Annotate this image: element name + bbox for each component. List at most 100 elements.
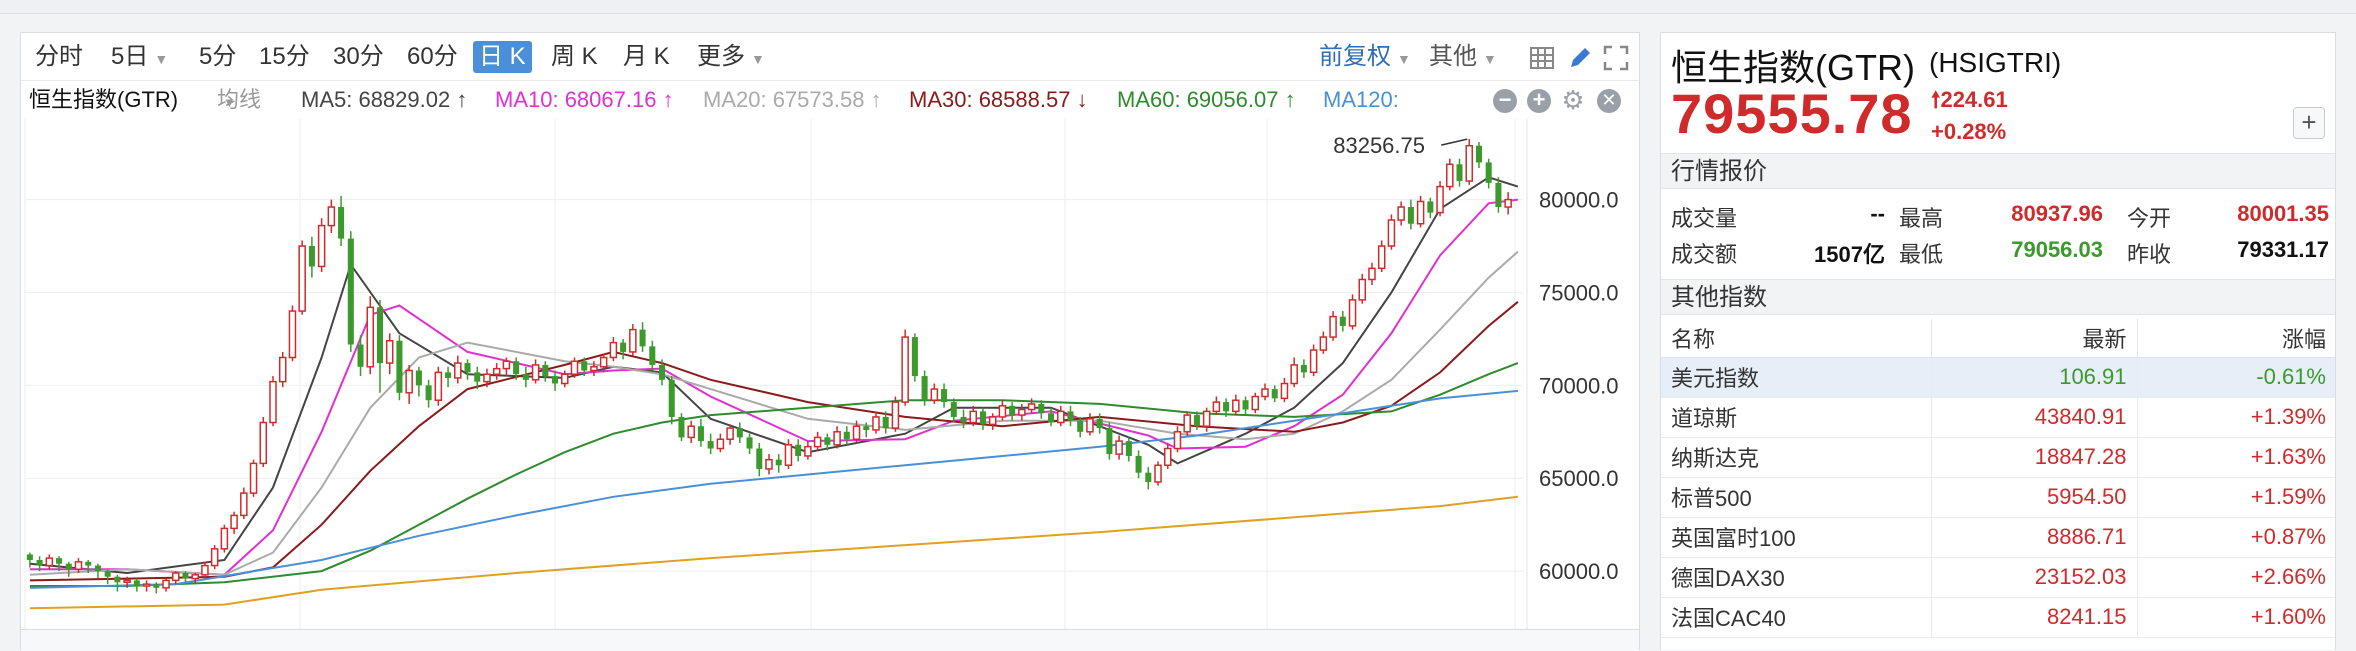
candle-body-down bbox=[1427, 201, 1434, 213]
table-row[interactable]: 标普500 5954.50 +1.59% bbox=[1661, 477, 2335, 518]
chevron-down-icon: ▼ bbox=[1397, 51, 1411, 67]
period-toolbar: 分时 5日 ▼ 5分 15分 30分 60分 日 K 周 K 月 K 更多 ▼ 前复… bbox=[21, 33, 1639, 81]
candle-body-down bbox=[347, 238, 354, 345]
table-row[interactable]: 德国DAX30 23152.03 +2.66% bbox=[1661, 557, 2335, 598]
table-header-row: 名称 最新 涨幅 bbox=[1661, 319, 2335, 358]
open-value: 80001.35 bbox=[2237, 201, 2329, 226]
candle-body-up bbox=[171, 572, 180, 582]
candle-body-down bbox=[1271, 389, 1278, 399]
candle-body-up bbox=[492, 367, 501, 375]
candle-body-down bbox=[1456, 164, 1463, 182]
more-dropdown[interactable]: 更多 ▼ bbox=[691, 41, 771, 73]
y-tick-label: 60000.0 bbox=[1539, 559, 1619, 584]
candle-body-up bbox=[1173, 431, 1182, 450]
candle-body-down bbox=[620, 342, 627, 352]
index-change-cell: +2.66% bbox=[2137, 557, 2335, 598]
candle-body-down bbox=[26, 554, 33, 560]
period-tab-monthly[interactable]: 月 K bbox=[617, 41, 676, 73]
candle-body-down bbox=[707, 441, 714, 449]
grid-icon[interactable] bbox=[1529, 45, 1555, 71]
index-change-cell: +1.63% bbox=[2137, 437, 2335, 478]
zoom-in-icon[interactable]: + bbox=[1527, 89, 1551, 113]
ma-mode-dropdown[interactable]: 均线 ▼ bbox=[217, 81, 261, 122]
pen-icon[interactable] bbox=[1567, 45, 1593, 71]
candle-body-up bbox=[1290, 364, 1298, 385]
candle-body-up bbox=[1446, 163, 1454, 188]
candle-body-down bbox=[114, 576, 121, 583]
low-label: 最低 bbox=[1899, 242, 1944, 267]
candle-body-up bbox=[784, 444, 793, 466]
candle-body-down bbox=[153, 584, 160, 588]
candle-body-up bbox=[560, 373, 569, 385]
quote-code: (HSIGTRI) bbox=[1929, 47, 2062, 78]
table-row[interactable]: 美元指数 106.91 -0.61% bbox=[1661, 357, 2335, 398]
period-tab-5min[interactable]: 5分 bbox=[193, 41, 242, 73]
candle-body-down bbox=[736, 428, 743, 438]
period-tab-60min[interactable]: 60分 bbox=[401, 41, 464, 73]
candle-body-down bbox=[376, 307, 383, 364]
candle-body-up bbox=[249, 462, 258, 494]
ma-legend-bar: 恒生指数(GTR) 均线 ▼ MA5: 68829.02 ↑ MA10: 6806… bbox=[21, 81, 1639, 119]
period-tab-5day-label: 5日 bbox=[111, 43, 149, 70]
table-row[interactable]: 纳斯达克 18847.28 +1.63% bbox=[1661, 437, 2335, 478]
candle-body-down bbox=[94, 565, 101, 572]
period-tab-15min[interactable]: 15分 bbox=[253, 41, 316, 73]
candle-body-up bbox=[434, 371, 443, 401]
candle-body-down bbox=[1106, 428, 1113, 455]
zoom-out-icon[interactable]: − bbox=[1493, 89, 1517, 113]
quote-change: 🠕224.61 bbox=[1931, 83, 2008, 121]
kline-chart[interactable]: 80000.0 75000.0 70000.0 65000.0 60000.0 83256… bbox=[21, 119, 1639, 629]
adjust-dropdown[interactable]: 前复权 ▼ bbox=[1319, 41, 1411, 73]
add-watchlist-button[interactable]: + bbox=[2293, 107, 2325, 139]
candle-body-up bbox=[687, 425, 695, 439]
period-tab-daily[interactable]: 日 K bbox=[473, 41, 532, 73]
col-header-name[interactable]: 名称 bbox=[1661, 319, 1932, 358]
candle-body-down bbox=[746, 437, 753, 449]
period-tab-30min[interactable]: 30分 bbox=[327, 41, 390, 73]
candle-body-up bbox=[220, 527, 229, 550]
candle-body-up bbox=[852, 425, 861, 440]
high-label: 最高 bbox=[1899, 206, 1944, 231]
candle-body-up bbox=[988, 416, 997, 426]
col-header-change[interactable]: 涨幅 bbox=[2137, 319, 2335, 358]
candle-body-down bbox=[824, 437, 831, 445]
period-tab-intraday[interactable]: 分时 bbox=[29, 41, 89, 73]
candle-body-up bbox=[901, 336, 909, 403]
candle-body-up bbox=[1436, 185, 1444, 214]
candle-body-down bbox=[678, 416, 685, 438]
quote-percent: +0.28% bbox=[1931, 119, 2007, 144]
table-row[interactable]: 道琼斯 43840.91 +1.39% bbox=[1661, 397, 2335, 438]
adjust-label: 前复权 bbox=[1319, 43, 1391, 70]
amount-label: 成交额 bbox=[1671, 242, 1738, 267]
quote-change-value: 224.61 bbox=[1940, 87, 2008, 112]
candle-body-down bbox=[639, 329, 646, 347]
index-change-cell: -0.61% bbox=[2137, 357, 2335, 398]
fullscreen-icon[interactable] bbox=[1603, 45, 1629, 71]
candle-body-up bbox=[1086, 418, 1094, 433]
candle-body-down bbox=[1145, 472, 1152, 482]
period-tab-5day[interactable]: 5日 ▼ bbox=[105, 41, 174, 73]
candle-body-down bbox=[182, 572, 189, 579]
period-tab-weekly[interactable]: 周 K bbox=[545, 41, 604, 73]
ma10-label: MA10: 68067.16 ↑ bbox=[495, 87, 674, 112]
candle-body-up bbox=[1154, 464, 1162, 483]
index-change-cell: +1.60% bbox=[2137, 597, 2335, 638]
col-header-last[interactable]: 最新 bbox=[1931, 319, 2138, 358]
candle-body-up bbox=[1183, 414, 1191, 433]
candle-body-down bbox=[1407, 207, 1414, 224]
table-row[interactable]: 法国CAC40 8241.15 +1.60% bbox=[1661, 597, 2335, 638]
index-name-cell: 道琼斯 bbox=[1661, 397, 1932, 438]
candle-body-down bbox=[396, 340, 403, 393]
other-dropdown[interactable]: 其他 ▼ bbox=[1429, 41, 1497, 73]
table-row[interactable]: 英国富时100 8886.71 +0.87% bbox=[1661, 517, 2335, 558]
candle-body-down bbox=[1038, 403, 1045, 414]
low-value: 79056.03 bbox=[2011, 237, 2103, 262]
close-icon[interactable]: ✕ bbox=[1597, 89, 1621, 113]
candle-body-up bbox=[1465, 144, 1474, 182]
candle-body-up bbox=[891, 401, 900, 429]
gear-icon[interactable]: ⚙ bbox=[1561, 87, 1585, 113]
y-tick-label: 75000.0 bbox=[1539, 280, 1619, 305]
other-indices-title: 其他指数 bbox=[1661, 279, 2335, 315]
candle-body-up bbox=[1377, 245, 1386, 270]
candle-body-up bbox=[1027, 403, 1036, 411]
